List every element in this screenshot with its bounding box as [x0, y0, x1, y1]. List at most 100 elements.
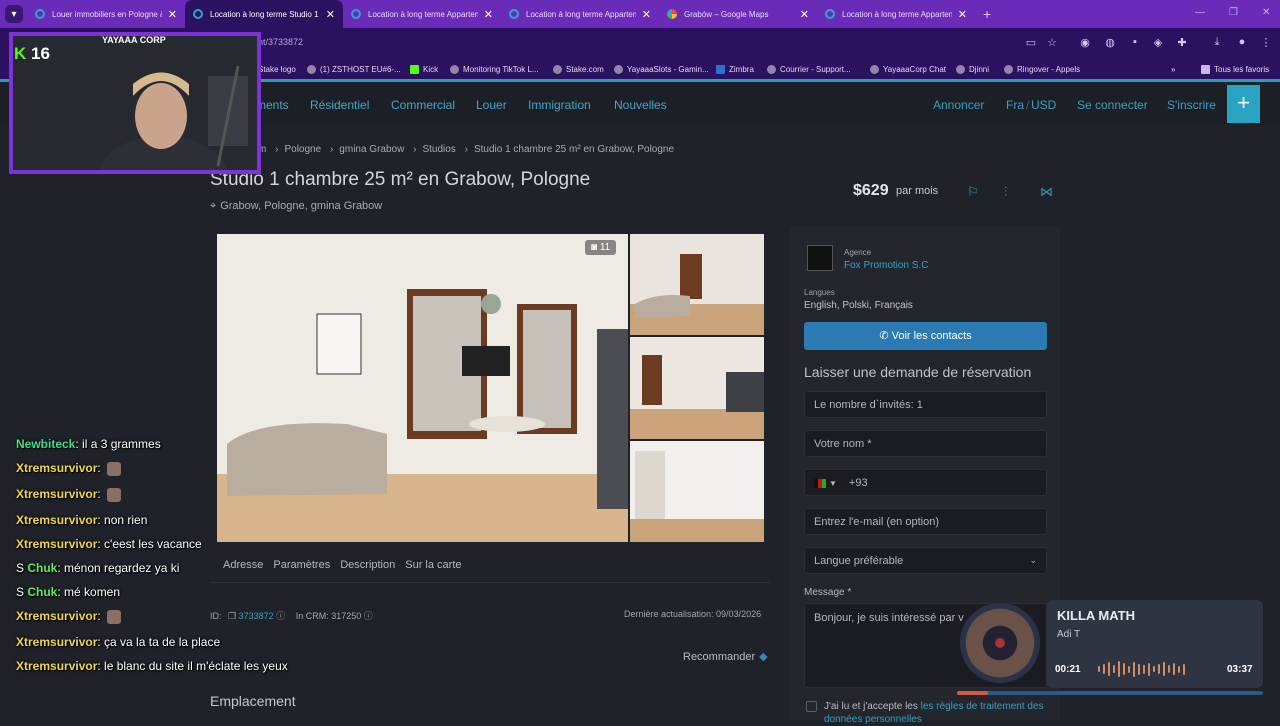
chat-message: S Chuk: ménon regardez ya ki	[16, 561, 179, 575]
close-icon[interactable]: ✕	[958, 8, 967, 21]
cast-icon[interactable]: ▭	[1024, 36, 1038, 50]
bookmark-item[interactable]: Zimbra	[716, 65, 754, 74]
nav-link-commercial[interactable]: Commercial	[391, 98, 455, 112]
signup-link[interactable]: S'inscrire	[1167, 98, 1216, 112]
bookmark-label: Kick	[423, 65, 439, 74]
breadcrumb-item[interactable]: Pologne	[284, 144, 321, 155]
browser-tab-strip: ▾ Louer immobiliers en Pologne à ✕ Locati…	[0, 0, 1280, 28]
extension-icon[interactable]: ▪	[1128, 36, 1142, 50]
more-bookmarks-button[interactable]: »	[1171, 65, 1175, 74]
announce-link[interactable]: Annoncer	[933, 98, 984, 112]
recommend-button[interactable]: Recommander ◆	[683, 650, 768, 663]
bookmark-item[interactable]: Djinni	[956, 65, 989, 74]
browser-tab[interactable]: Louer immobiliers en Pologne à ✕	[27, 0, 185, 28]
add-listing-button[interactable]: +	[1227, 85, 1260, 123]
site-icon	[35, 9, 45, 19]
bookmark-item[interactable]: Stake.com	[553, 65, 604, 74]
tab-search-menu-button[interactable]: ▾	[5, 5, 23, 23]
maximize-icon[interactable]: ❐	[1229, 7, 1238, 18]
browser-tab[interactable]: Location à long terme Appartem ✕	[343, 0, 501, 28]
bookmark-label: Tous les favoris	[1214, 65, 1270, 74]
language-switch[interactable]: Fra	[1006, 98, 1024, 112]
url-field[interactable]: nt/3733872	[258, 37, 303, 47]
gallery-thumbnail[interactable]	[630, 234, 764, 335]
gallery-thumbnail[interactable]	[630, 337, 764, 439]
nav-link-residential[interactable]: Résidentiel	[310, 98, 369, 112]
browser-tab[interactable]: Grabów – Google Maps ✕	[659, 0, 817, 28]
currency-switch[interactable]: USD	[1031, 98, 1056, 112]
agency-name-link[interactable]: Fox Promotion S.C	[844, 260, 928, 271]
download-icon[interactable]: ⤓	[1210, 36, 1224, 50]
tab-description[interactable]: Description	[340, 559, 395, 571]
new-tab-button[interactable]: +	[983, 6, 991, 22]
chat-username: Xtremsurvivor	[16, 635, 98, 649]
guests-field[interactable]: Le nombre d`invités: 1	[804, 391, 1047, 418]
close-icon[interactable]: ✕	[484, 8, 493, 21]
flag-icon[interactable]	[814, 478, 826, 488]
chat-message: Xtremsurvivor:	[16, 487, 122, 502]
consent-text: J'ai lu et j'accepte les les règles de t…	[824, 700, 1054, 726]
extension-icon[interactable]: ◈	[1151, 36, 1165, 50]
chat-username: Newbiteck	[16, 437, 76, 451]
tab-map[interactable]: Sur la carte	[405, 559, 461, 571]
browser-tab-active[interactable]: Location à long terme Studio 1 ✕	[185, 0, 343, 28]
show-contacts-button[interactable]: ✆ Voir les contacts	[804, 322, 1047, 350]
phone-input[interactable]: ▼ +93	[804, 469, 1047, 496]
bookmark-icon[interactable]: ⚐	[967, 184, 979, 200]
bookmark-item[interactable]: YayaaaCorp Chat	[870, 65, 946, 74]
page-title: Studio 1 chambre 25 m² en Grabow, Pologn…	[210, 169, 591, 190]
bookmark-item[interactable]: YayaaaSlots - Gamin...	[614, 65, 709, 74]
breadcrumb-item[interactable]: gmina Grabow	[339, 144, 404, 155]
bookmark-item[interactable]: Courrier - Support...	[767, 65, 851, 74]
all-bookmarks-folder[interactable]: Tous les favoris	[1201, 65, 1269, 74]
agency-logo[interactable]	[807, 245, 833, 271]
nav-link-rent[interactable]: Louer	[476, 98, 507, 112]
bookmark-item[interactable]: Ringover - Appels	[1004, 65, 1080, 74]
consent-checkbox[interactable]	[806, 701, 817, 712]
tab-parameters[interactable]: Paramètres	[273, 559, 330, 571]
window-close-icon[interactable]: ✕	[1262, 7, 1270, 18]
extensions-puzzle-icon[interactable]: ✚	[1175, 36, 1189, 50]
bookmark-label: Monitoring TikTok L...	[463, 65, 539, 74]
info-icon: ⓘ	[276, 611, 286, 621]
last-updated: Dernière actualisation: 09/03/2026	[624, 609, 762, 619]
close-icon[interactable]: ✕	[800, 8, 809, 21]
close-icon[interactable]: ✕	[168, 8, 177, 21]
chevron-down-icon[interactable]: ▼	[829, 479, 837, 488]
copy-icon[interactable]: ❐	[228, 611, 236, 621]
login-link[interactable]: Se connecter	[1077, 98, 1148, 112]
close-icon[interactable]: ✕	[326, 8, 335, 21]
nav-link-news[interactable]: Nouvelles	[614, 98, 667, 112]
share-icon[interactable]: ⋈	[1040, 184, 1053, 200]
tab-address[interactable]: Adresse	[223, 559, 263, 571]
gallery-thumbnail[interactable]	[630, 441, 764, 542]
viewer-count: 16	[31, 44, 50, 63]
bookmark-item[interactable]: Kick	[410, 65, 438, 74]
bookmark-favicon-icon	[307, 65, 316, 74]
bookmark-favicon-icon	[450, 65, 459, 74]
bookmark-item[interactable]: (1) ZSTHOST EU#6-...	[307, 65, 401, 74]
bookmark-item[interactable]: Monitoring TikTok L...	[450, 65, 539, 74]
bookmark-item[interactable]: Stake logo	[258, 65, 296, 74]
name-input[interactable]: Votre nom *	[804, 430, 1047, 457]
bookmark-star-icon[interactable]: ☆	[1045, 36, 1059, 50]
compare-icon[interactable]: ⫶	[1004, 184, 1007, 200]
browser-tab[interactable]: Location à long terme Appartem ✕	[501, 0, 659, 28]
chat-text: :	[97, 609, 105, 623]
email-input[interactable]: Entrez l'e-mail (en option)	[804, 508, 1047, 535]
extension-icon[interactable]: ◉	[1078, 36, 1092, 50]
browser-tab[interactable]: Location à long terme Appartem ✕	[817, 0, 975, 28]
profile-avatar-icon[interactable]: ●	[1235, 36, 1249, 50]
nav-link-immigration[interactable]: Immigration	[528, 98, 591, 112]
close-icon[interactable]: ✕	[642, 8, 651, 21]
minimize-icon[interactable]: —	[1195, 7, 1205, 18]
extension-icon[interactable]: ◍	[1103, 36, 1117, 50]
language-select[interactable]: Langue préférable ⌄	[804, 547, 1047, 574]
breadcrumb-item[interactable]: Studios	[422, 144, 455, 155]
thumbnail-illustration	[630, 441, 764, 542]
listing-id[interactable]: 3733872	[239, 611, 274, 621]
browser-menu-icon[interactable]: ⋮	[1259, 36, 1273, 50]
waveform-bar	[1123, 663, 1125, 675]
chat-message: Xtremsurvivor: le blanc du site il m'écl…	[16, 659, 288, 673]
main-photo[interactable]: ◙ 11	[217, 234, 628, 542]
